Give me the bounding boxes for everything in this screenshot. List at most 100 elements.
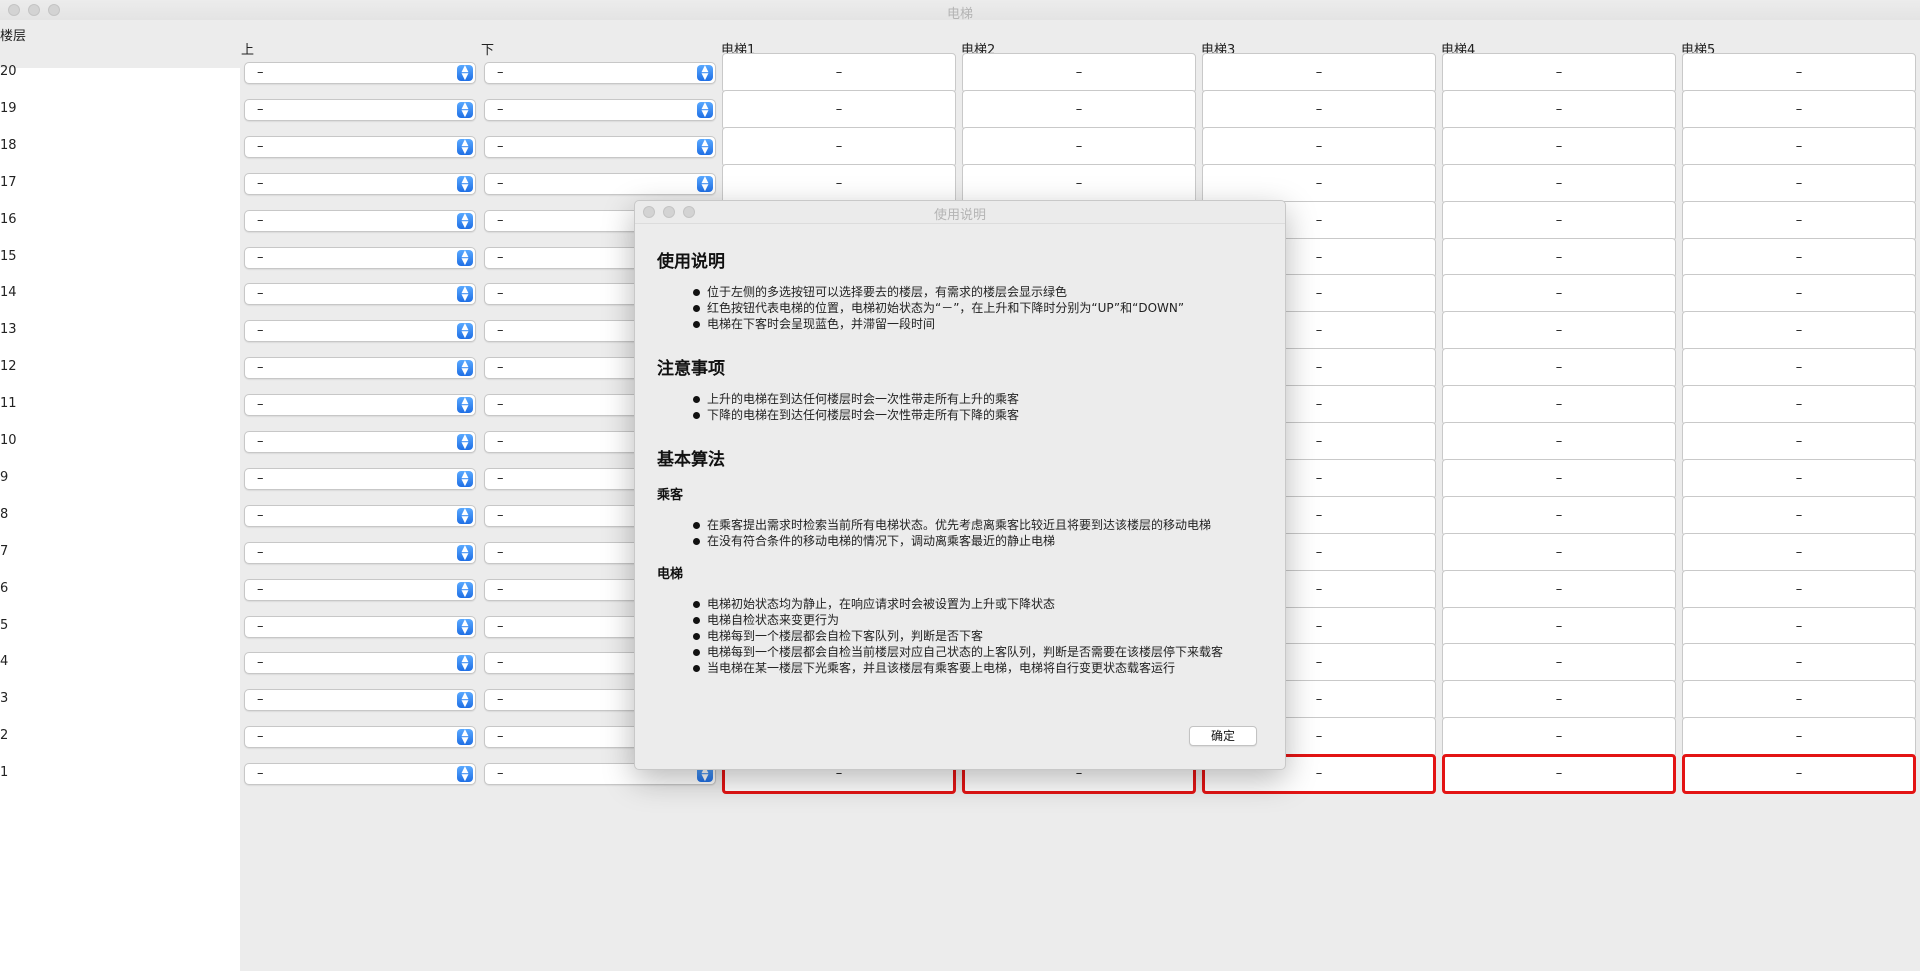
floor-label: 13	[0, 322, 17, 338]
elevator-5-cell[interactable]: –	[1682, 458, 1916, 499]
floor-down-select[interactable]: – ▲▼	[484, 98, 716, 121]
floor-up-select[interactable]: – ▲ ▼	[244, 246, 476, 269]
elevator-4-cell[interactable]: –	[1442, 385, 1676, 426]
elevator-5-cell[interactable]: –	[1682, 422, 1916, 462]
elevator-4-cell[interactable]: –	[1442, 311, 1676, 352]
elevator-2-cell[interactable]: –	[962, 53, 1196, 93]
floor-up-select[interactable]: – ▲ ▼	[244, 283, 476, 306]
elevator-5-cell[interactable]: –	[1682, 385, 1916, 426]
floor-up-select[interactable]: – ▲ ▼	[244, 689, 476, 712]
elevator-5-cell[interactable]: –	[1682, 126, 1916, 167]
floor-up-select[interactable]: – ▲ ▼	[244, 394, 476, 417]
select-value: –	[257, 175, 264, 191]
elevator-5-cell[interactable]: –	[1682, 163, 1916, 204]
floor-label: 11	[0, 396, 17, 412]
elevator-5-cell[interactable]: –	[1682, 200, 1916, 241]
elevator-5-cell[interactable]: –	[1682, 53, 1916, 93]
elevator-5-cell[interactable]: –	[1682, 274, 1916, 315]
elevator-5-cell[interactable]: –	[1682, 311, 1916, 352]
elevator-4-cell[interactable]: –	[1442, 237, 1676, 278]
select-value: –	[257, 286, 264, 302]
elevator-4-cell[interactable]: –	[1442, 348, 1676, 389]
select-value: –	[497, 138, 504, 154]
floor-label: 2	[0, 728, 9, 744]
floor-up-select[interactable]: – ▲ ▼	[244, 467, 476, 490]
elevator-4-cell[interactable]: –	[1442, 717, 1676, 758]
floor-up-select[interactable]: – ▲ ▼	[244, 172, 476, 195]
elevator-4-cell[interactable]: –	[1442, 680, 1676, 721]
elevator-4-cell[interactable]: –	[1442, 754, 1676, 795]
elevator-5-cell[interactable]: –	[1682, 348, 1916, 389]
confirm-button[interactable]: 确定	[1189, 726, 1257, 746]
elevator-5-cell[interactable]: –	[1682, 89, 1916, 130]
floor-up-select[interactable]: – ▲ ▼	[244, 62, 476, 84]
elevator-5-cell[interactable]: –	[1682, 569, 1916, 610]
elevator-4-cell[interactable]: –	[1442, 643, 1676, 684]
elevator-3-cell[interactable]: –	[1202, 163, 1436, 204]
select-value: –	[497, 323, 504, 339]
floor-down-select[interactable]: – ▲▼	[484, 62, 716, 84]
elevator-4-cell[interactable]: –	[1442, 569, 1676, 610]
elevator-4-cell[interactable]: –	[1442, 89, 1676, 130]
elevator-4-cell[interactable]: –	[1442, 422, 1676, 462]
floor-up-select[interactable]: – ▲ ▼	[244, 98, 476, 121]
elevator-5-cell[interactable]: –	[1682, 532, 1916, 573]
floor-up-select[interactable]: – ▲ ▼	[244, 578, 476, 601]
bullet-item: 上升的电梯在到达任何楼层时会一次性带走所有上升的乘客	[693, 391, 1271, 407]
floor-up-select[interactable]: – ▲ ▼	[244, 357, 476, 380]
floor-up-select[interactable]: – ▲ ▼	[244, 504, 476, 527]
floor-up-select[interactable]: – ▲ ▼	[244, 431, 476, 453]
elevator-2-cell[interactable]: –	[962, 89, 1196, 130]
elevator-2-cell[interactable]: –	[962, 126, 1196, 167]
elevator-3-cell[interactable]: –	[1202, 53, 1436, 93]
elevator-4-cell[interactable]: –	[1442, 163, 1676, 204]
floor-down-select[interactable]: – ▲▼	[484, 135, 716, 158]
floor-up-select[interactable]: – ▲ ▼	[244, 541, 476, 564]
select-value: –	[257, 323, 264, 339]
floor-up-select[interactable]: – ▲ ▼	[244, 209, 476, 232]
window-titlebar: 电梯	[0, 0, 1920, 22]
floor-up-select[interactable]: – ▲ ▼	[244, 615, 476, 638]
elevator-5-cell[interactable]: –	[1682, 680, 1916, 721]
bullet-item: 电梯每到一个楼层都会自检当前楼层对应自己状态的上客队列，判断是否需要在该楼层停下…	[693, 644, 1271, 660]
elevator-5-cell[interactable]: –	[1682, 237, 1916, 278]
instructions-dialog: 使用说明 使用说明 位于左侧的多选按钮可以选择要去的楼层，有需求的楼层会显示绿色红…	[634, 200, 1286, 770]
floor-up-select[interactable]: – ▲ ▼	[244, 320, 476, 343]
select-value: –	[497, 507, 504, 523]
elevator-4-cell[interactable]: –	[1442, 458, 1676, 499]
elevator-4-cell[interactable]: –	[1442, 200, 1676, 241]
elevator-3-cell[interactable]: –	[1202, 89, 1436, 130]
elevator-1-cell[interactable]: –	[722, 53, 956, 93]
elevator-4-cell[interactable]: –	[1442, 495, 1676, 536]
select-value: –	[257, 729, 264, 745]
floor-down-select[interactable]: – ▲▼	[484, 172, 716, 195]
floor-up-select[interactable]: – ▲ ▼	[244, 135, 476, 158]
select-value: –	[257, 212, 264, 228]
header-down: 下	[481, 43, 495, 58]
elevator-5-cell[interactable]: –	[1682, 754, 1916, 795]
elevator-4-cell[interactable]: –	[1442, 53, 1676, 93]
elevator-1-cell[interactable]: –	[722, 126, 956, 167]
elevator-window: 电梯 楼层 上 下 电梯1 电梯2 电梯3 电梯4 电梯5 20– ▲ ▼ – ▲ ▼ – – – – –1…	[0, 0, 1920, 971]
floor-up-select[interactable]: – ▲ ▼	[244, 652, 476, 675]
elevator-4-cell[interactable]: –	[1442, 532, 1676, 573]
floor-column-background	[0, 68, 240, 971]
floor-up-select[interactable]: – ▲ ▼	[244, 726, 476, 749]
elevator-4-cell[interactable]: –	[1442, 606, 1676, 647]
section-heading: 注意事项	[657, 359, 725, 379]
elevator-1-cell[interactable]: –	[722, 89, 956, 130]
elevator-5-cell[interactable]: –	[1682, 717, 1916, 758]
elevator-5-cell[interactable]: –	[1682, 606, 1916, 647]
floor-label: 3	[0, 691, 9, 707]
elevator-2-cell[interactable]: –	[962, 163, 1196, 204]
elevator-4-cell[interactable]: –	[1442, 274, 1676, 315]
floor-up-select[interactable]: – ▲ ▼	[244, 763, 476, 786]
chevron-updown-icon: ▲▼	[457, 581, 473, 598]
elevator-3-cell[interactable]: –	[1202, 126, 1436, 167]
floor-label: 8	[0, 506, 9, 522]
chevron-updown-icon: ▲▼	[457, 470, 473, 487]
elevator-5-cell[interactable]: –	[1682, 643, 1916, 684]
elevator-1-cell[interactable]: –	[722, 163, 956, 204]
elevator-4-cell[interactable]: –	[1442, 126, 1676, 167]
elevator-5-cell[interactable]: –	[1682, 495, 1916, 536]
